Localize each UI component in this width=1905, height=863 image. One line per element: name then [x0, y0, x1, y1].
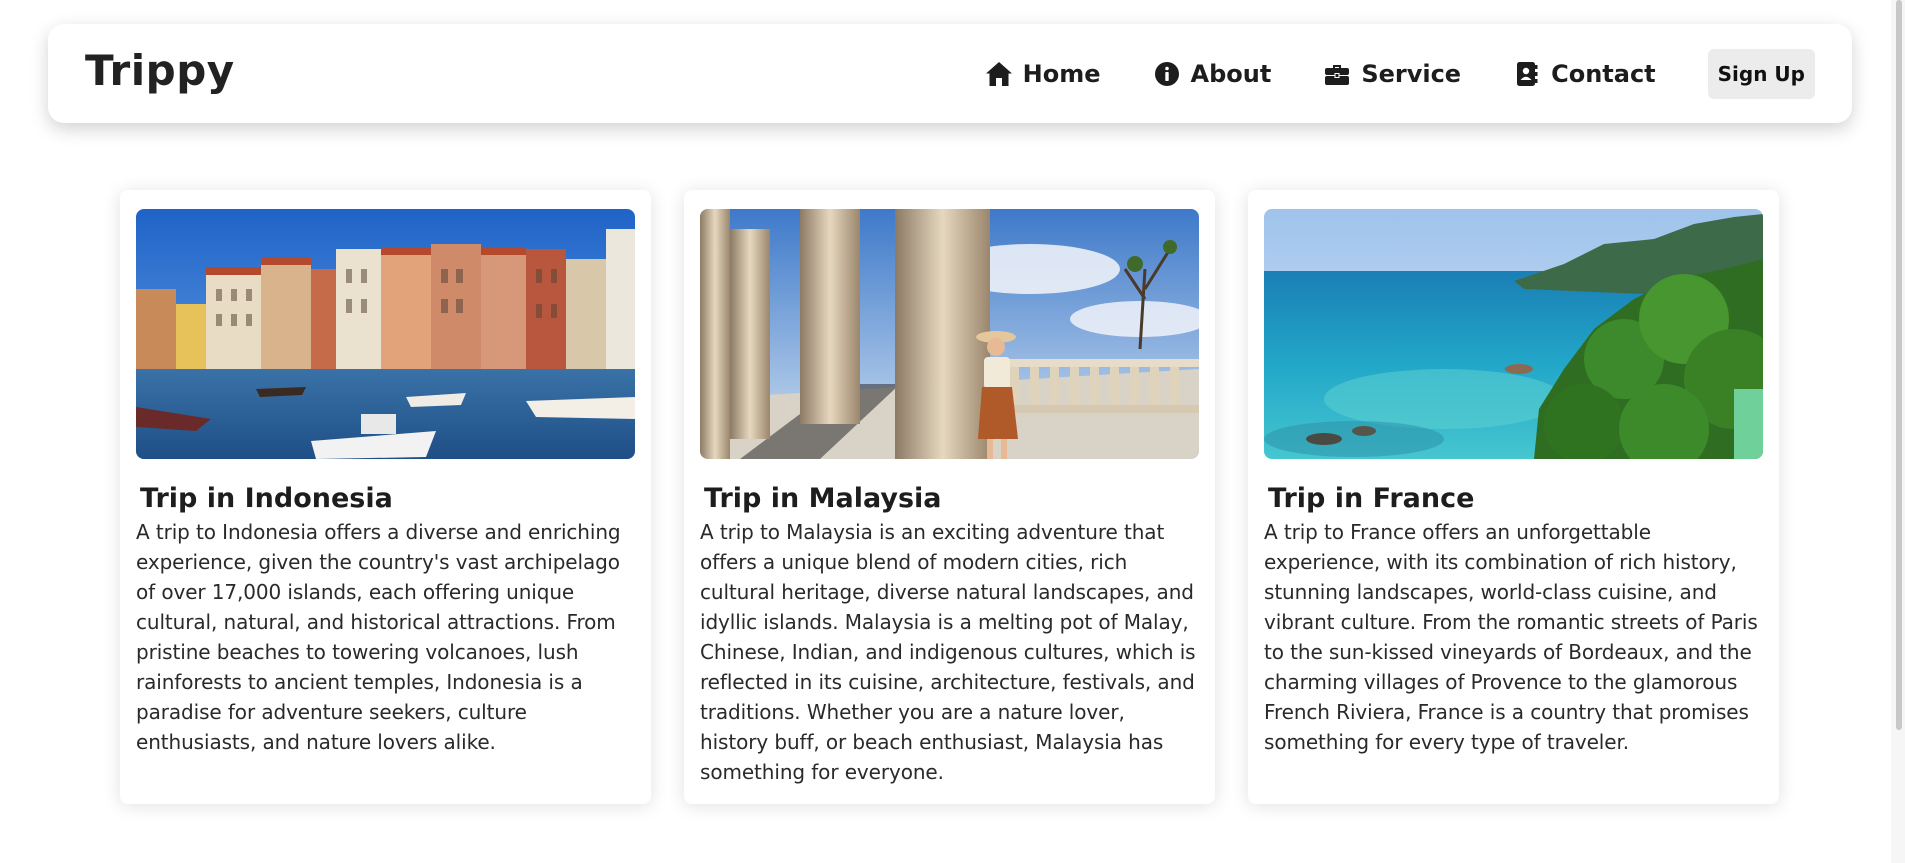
sign-up-button[interactable]: Sign Up	[1707, 49, 1815, 99]
page-scrollbar[interactable]	[1891, 0, 1905, 863]
nav-links: Home About Service Contact Sign Up	[985, 49, 1815, 99]
trip-card-malaysia[interactable]: Trip in Malaysia A trip to Malaysia is a…	[684, 190, 1215, 804]
nav-about-link[interactable]: About	[1153, 60, 1272, 88]
card-title: Trip in Malaysia	[704, 483, 942, 514]
card-title: Trip in France	[1268, 483, 1475, 514]
card-description: A trip to France offers an unforgettable…	[1264, 520, 1758, 754]
briefcase-icon	[1323, 60, 1351, 88]
trip-card-indonesia[interactable]: Trip in Indonesia A trip to Indonesia of…	[120, 190, 651, 804]
scrollbar-thumb[interactable]	[1896, 0, 1902, 730]
info-circle-icon	[1153, 60, 1181, 88]
trip-cards: Trip in Indonesia A trip to Indonesia of…	[120, 190, 1780, 804]
navbar: Trippy Home About Service Contact Sign U…	[48, 24, 1852, 123]
nav-home-link[interactable]: Home	[985, 60, 1101, 88]
nav-home-label: Home	[1022, 60, 1101, 88]
nav-service-link[interactable]: Service	[1323, 60, 1461, 88]
card-description: A trip to Indonesia offers a diverse and…	[136, 520, 621, 754]
nav-about-label: About	[1190, 60, 1272, 88]
trip-card-france[interactable]: Trip in France A trip to France offers a…	[1248, 190, 1779, 804]
contact-book-icon	[1513, 60, 1541, 88]
venice-canal-photo	[136, 209, 635, 459]
card-description: A trip to Malaysia is an exciting advent…	[700, 520, 1196, 784]
tropical-coast-photo	[1264, 209, 1763, 459]
woman-at-columns-photo	[700, 209, 1199, 459]
nav-service-label: Service	[1361, 60, 1462, 88]
site-logo[interactable]: Trippy	[85, 46, 235, 95]
nav-contact-link[interactable]: Contact	[1513, 60, 1656, 88]
card-title: Trip in Indonesia	[140, 483, 393, 514]
page: Trippy Home About Service Contact Sign U…	[0, 0, 1905, 863]
home-icon	[985, 60, 1013, 88]
nav-contact-label: Contact	[1551, 60, 1656, 88]
